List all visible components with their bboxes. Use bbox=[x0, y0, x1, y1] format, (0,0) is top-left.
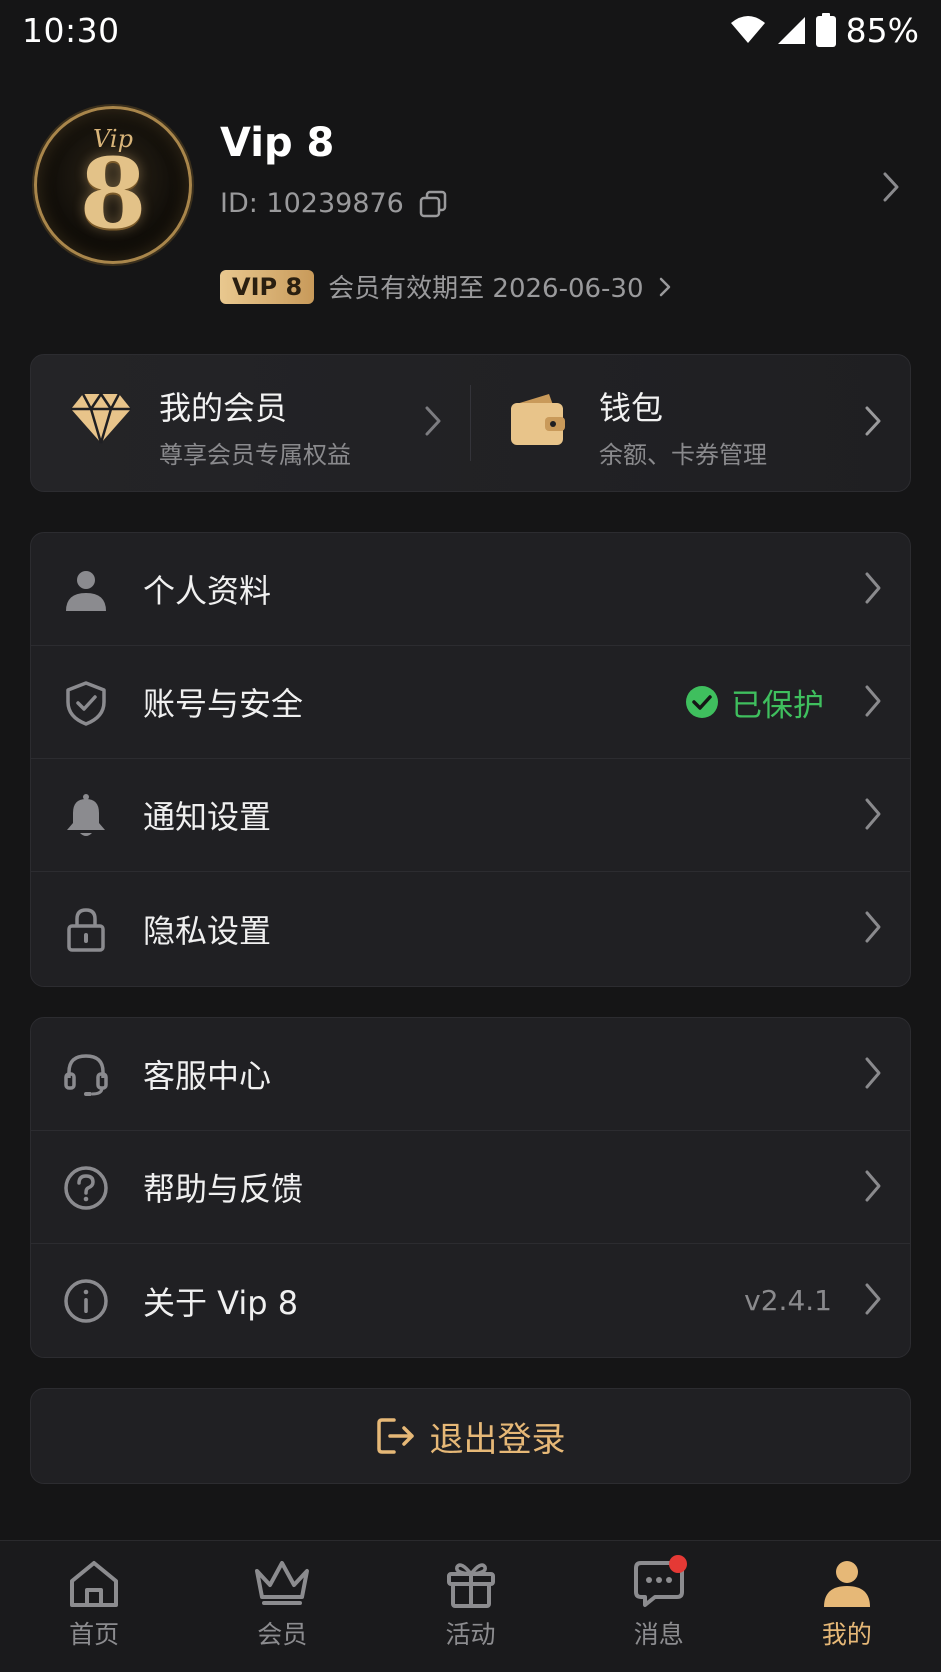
wallet-icon bbox=[511, 394, 565, 445]
status-icons: 85% bbox=[730, 11, 919, 50]
diamond-icon bbox=[71, 392, 131, 444]
row-personal-info[interactable]: 个人资料 bbox=[31, 533, 910, 646]
row-about[interactable]: 关于 Vip 8 v2.4.1 bbox=[31, 1244, 910, 1357]
profile-id-row: ID: 10239876 bbox=[220, 188, 448, 219]
row-label: 帮助与反馈 bbox=[143, 1170, 304, 1208]
tab-membership[interactable]: 会员 bbox=[188, 1541, 376, 1672]
status-time: 10:30 bbox=[22, 10, 120, 50]
row-label: 客服中心 bbox=[143, 1057, 272, 1095]
quick-access-card: 我的会员 尊享会员专属权益 钱包 余额、卡券管理 bbox=[30, 354, 911, 492]
row-help-feedback[interactable]: 帮助与反馈 bbox=[31, 1131, 910, 1244]
cellular-signal-icon bbox=[777, 17, 805, 44]
avatar-level-number: 8 bbox=[79, 137, 147, 250]
gift-icon bbox=[446, 1563, 495, 1608]
headset-icon bbox=[64, 1054, 108, 1096]
membership-title: 我的会员 bbox=[159, 389, 288, 427]
status-bar: 10:30 85% bbox=[0, 0, 941, 60]
profile-chevron-icon bbox=[883, 172, 899, 202]
row-account-security[interactable]: 账号与安全 已保护 bbox=[31, 646, 910, 759]
wallet-subtitle: 余额、卡券管理 bbox=[599, 441, 767, 469]
copy-icon[interactable] bbox=[418, 189, 448, 219]
vip-expire-date: 会员有效期至 2026-06-30 bbox=[328, 274, 644, 304]
row-customer-service[interactable]: 客服中心 bbox=[31, 1018, 910, 1131]
row-label: 隐私设置 bbox=[143, 911, 272, 950]
user-icon bbox=[66, 571, 106, 611]
tab-label: 活动 bbox=[445, 1620, 496, 1649]
security-status-text: 已保护 bbox=[731, 687, 824, 724]
row-label: 账号与安全 bbox=[143, 685, 304, 723]
wallet-entry[interactable]: 钱包 余额、卡券管理 bbox=[471, 355, 910, 491]
row-label: 个人资料 bbox=[143, 572, 272, 610]
membership-entry[interactable]: 我的会员 尊享会员专属权益 bbox=[31, 355, 470, 491]
chevron-right-icon bbox=[865, 1170, 881, 1202]
vip-expire-row[interactable]: VIP 8 会员有效期至 2026-06-30 bbox=[220, 268, 672, 305]
row-notification-settings[interactable]: 通知设置 bbox=[31, 759, 910, 872]
chevron-right-icon bbox=[865, 1283, 881, 1315]
chevron-right-icon bbox=[865, 1057, 881, 1089]
crown-icon bbox=[255, 1561, 310, 1605]
profile-id: ID: 10239876 bbox=[220, 188, 404, 219]
tab-messages[interactable]: 消息 bbox=[565, 1541, 753, 1672]
security-status: 已保护 bbox=[685, 680, 824, 725]
chevron-right-icon bbox=[865, 406, 881, 436]
chevron-right-icon bbox=[865, 685, 881, 717]
lock-icon bbox=[67, 908, 105, 952]
membership-subtitle: 尊享会员专属权益 bbox=[159, 441, 351, 469]
tab-label: 会员 bbox=[257, 1620, 308, 1649]
chevron-right-icon bbox=[659, 277, 670, 296]
logout-button[interactable]: 退出登录 bbox=[30, 1388, 911, 1484]
chevron-right-icon bbox=[865, 911, 881, 943]
support-list-card: 客服中心 帮助与反馈 关于 Vip 8 v2.4.1 bbox=[30, 1017, 911, 1358]
app-version: v2.4.1 bbox=[744, 1284, 832, 1317]
bell-icon bbox=[67, 794, 105, 836]
chevron-right-icon bbox=[865, 798, 881, 830]
vip-badge: VIP 8 bbox=[220, 269, 315, 304]
tab-label: 我的 bbox=[821, 1620, 872, 1649]
tab-home[interactable]: 首页 bbox=[0, 1541, 188, 1672]
logout-label: 退出登录 bbox=[429, 1419, 566, 1460]
wallet-title: 钱包 bbox=[599, 389, 664, 427]
info-circle-icon bbox=[64, 1279, 108, 1323]
chevron-right-icon bbox=[865, 572, 881, 604]
battery-percent: 85% bbox=[845, 10, 919, 50]
logout-icon bbox=[376, 1418, 414, 1454]
battery-icon bbox=[815, 13, 836, 47]
unread-badge bbox=[668, 1555, 687, 1573]
user-icon bbox=[823, 1561, 870, 1607]
row-label: 关于 Vip 8 bbox=[143, 1283, 299, 1322]
help-circle-icon bbox=[64, 1166, 108, 1210]
tab-activity[interactable]: 活动 bbox=[376, 1541, 564, 1672]
home-icon bbox=[70, 1561, 119, 1607]
profile-header[interactable]: Vip 8 Vip 8 ID: 10239876 VIP 8 会员有效期至 20… bbox=[0, 100, 941, 320]
row-label: 通知设置 bbox=[143, 798, 272, 836]
settings-list-card: 个人资料 账号与安全 已保护 通知设置 隐私设置 bbox=[30, 532, 911, 987]
tab-label: 消息 bbox=[633, 1620, 684, 1649]
tab-label: 首页 bbox=[69, 1620, 120, 1649]
wifi-icon bbox=[730, 16, 765, 43]
shield-check-icon bbox=[66, 681, 106, 726]
chevron-right-icon bbox=[425, 406, 441, 436]
avatar[interactable]: Vip 8 bbox=[34, 106, 192, 264]
tab-me[interactable]: 我的 bbox=[753, 1541, 941, 1672]
profile-name: Vip 8 bbox=[220, 120, 335, 166]
bottom-tab-bar: 首页 会员 活动 消息 我的 bbox=[0, 1540, 941, 1672]
row-privacy-settings[interactable]: 隐私设置 bbox=[31, 872, 910, 985]
check-circle-icon bbox=[686, 686, 718, 718]
